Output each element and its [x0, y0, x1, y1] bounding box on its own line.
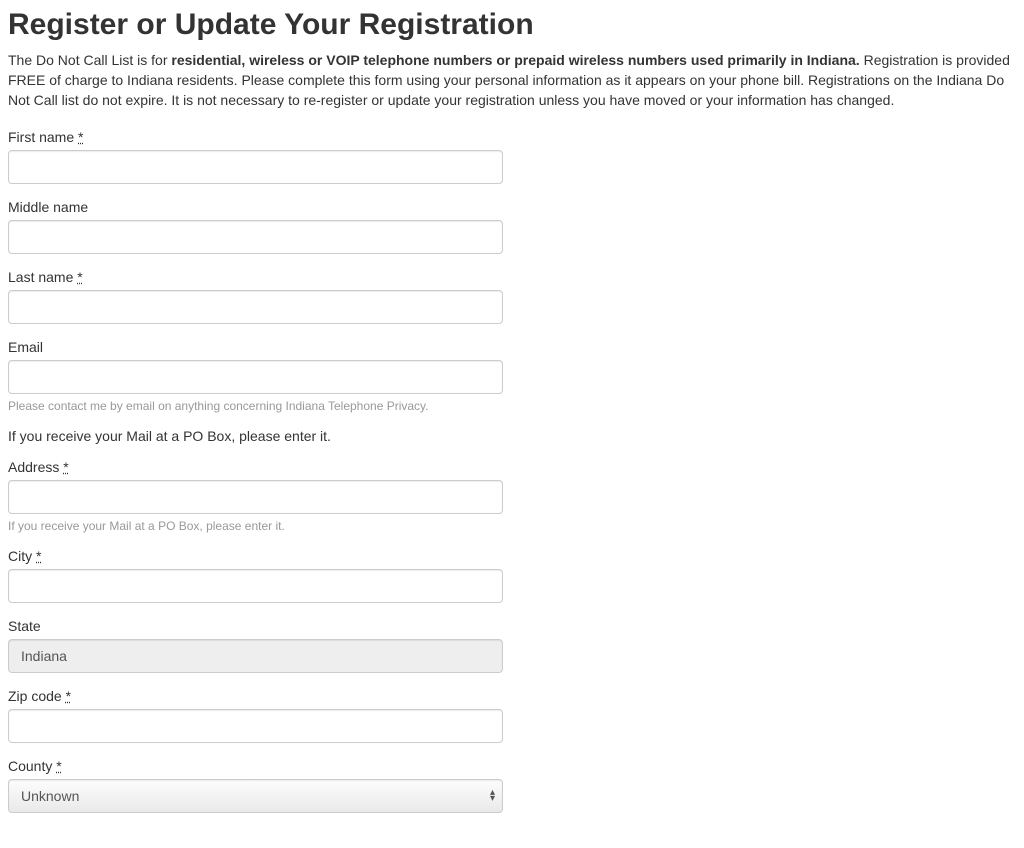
po-box-note: If you receive your Mail at a PO Box, pl…	[8, 428, 1016, 444]
state-group: State	[8, 618, 503, 673]
zip-label: Zip code *	[8, 688, 71, 704]
city-input[interactable]	[8, 569, 503, 603]
required-mark: *	[36, 548, 41, 564]
address-help-text: If you receive your Mail at a PO Box, pl…	[8, 519, 503, 533]
first-name-group: First name *	[8, 129, 503, 184]
zip-input[interactable]	[8, 709, 503, 743]
middle-name-label: Middle name	[8, 199, 88, 215]
required-mark: *	[63, 459, 68, 475]
state-label: State	[8, 618, 41, 634]
intro-text-bold: residential, wireless or VOIP telephone …	[171, 52, 859, 68]
last-name-group: Last name *	[8, 269, 503, 324]
address-label: Address *	[8, 459, 69, 475]
intro-text-prefix: The Do Not Call List is for	[8, 52, 171, 68]
address-group: Address * If you receive your Mail at a …	[8, 459, 503, 533]
last-name-input[interactable]	[8, 290, 503, 324]
middle-name-input[interactable]	[8, 220, 503, 254]
middle-name-group: Middle name	[8, 199, 503, 254]
email-group: Email Please contact me by email on anyt…	[8, 339, 503, 413]
city-label: City *	[8, 548, 41, 564]
required-mark: *	[77, 269, 82, 285]
county-label: County *	[8, 758, 62, 774]
county-group: County * Unknown ▴▾	[8, 758, 503, 813]
email-help-text: Please contact me by email on anything c…	[8, 399, 503, 413]
first-name-input[interactable]	[8, 150, 503, 184]
zip-group: Zip code *	[8, 688, 503, 743]
first-name-label: First name *	[8, 129, 83, 145]
email-label: Email	[8, 339, 43, 355]
required-mark: *	[56, 758, 61, 774]
county-select[interactable]: Unknown	[8, 779, 503, 813]
required-mark: *	[78, 129, 83, 145]
state-input	[8, 639, 503, 673]
last-name-label: Last name *	[8, 269, 83, 285]
page-title: Register or Update Your Registration	[8, 8, 1016, 41]
required-mark: *	[66, 688, 71, 704]
intro-paragraph: The Do Not Call List is for residential,…	[8, 51, 1016, 111]
address-input[interactable]	[8, 480, 503, 514]
email-input[interactable]	[8, 360, 503, 394]
city-group: City *	[8, 548, 503, 603]
